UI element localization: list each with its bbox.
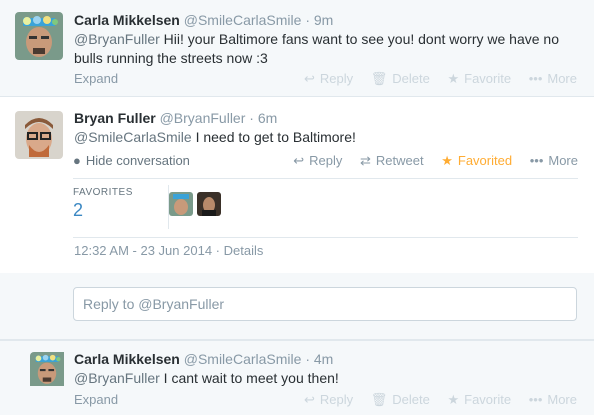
tweet-header: Bryan Fuller @BryanFuller · 6m [74, 110, 278, 126]
tweet-actions: ↩ Reply 🗑 Delete ★ Favorite ••• More [304, 71, 577, 87]
tweet-bryan-expanded: Bryan Fuller @BryanFuller · 6m @SmileCar… [0, 98, 594, 340]
tweet-text: @BryanFuller Hii! your Baltimore fans wa… [74, 31, 559, 66]
tweet-header: Carla Mikkelsen @SmileCarlaSmile · 9m [74, 12, 334, 28]
reply-icon: ↩ [303, 392, 315, 407]
author-name[interactable]: Bryan Fuller [74, 110, 156, 126]
tweet-stats: FAVORITES 2 [73, 178, 578, 238]
author-handle[interactable]: @SmileCarlaSmile [184, 351, 302, 367]
more-icon: ••• [528, 392, 543, 407]
favorites-count[interactable]: 2 [73, 200, 83, 221]
reply-button[interactable]: ↩ Reply [304, 71, 353, 87]
speech-bubble-icon: ● [73, 153, 81, 168]
tweet-actions: ↩ Reply ⇄ Retweet ★ Favorited ••• More [293, 153, 578, 169]
avatar[interactable] [15, 111, 63, 159]
expand-link[interactable]: Expand [74, 71, 118, 86]
more-icon: ••• [529, 153, 544, 168]
tweet-time[interactable]: 4m [314, 351, 333, 367]
author-handle[interactable]: @SmileCarlaSmile [184, 12, 302, 28]
favorite-button[interactable]: ★ Favorite [447, 392, 511, 408]
mention-link[interactable]: @BryanFuller [74, 31, 160, 47]
tweet-time[interactable]: 9m [314, 12, 333, 28]
star-icon: ★ [447, 392, 460, 407]
more-button[interactable]: ••• More [530, 153, 578, 168]
tweet-actions: ↩ Reply 🗑 Delete ★ Favorite ••• More [304, 392, 577, 408]
author-handle[interactable]: @BryanFuller [160, 110, 246, 126]
delete-icon: 🗑 [370, 392, 388, 407]
tweet-carla-1[interactable]: Carla Mikkelsen @SmileCarlaSmile · 9m @B… [0, 0, 594, 97]
star-icon: ★ [447, 71, 460, 86]
favoriter-avatar[interactable] [169, 192, 193, 216]
delete-icon: 🗑 [370, 71, 388, 86]
tweet-time[interactable]: 6m [258, 110, 277, 126]
author-name[interactable]: Carla Mikkelsen [74, 351, 180, 367]
more-button[interactable]: ••• More [529, 71, 577, 86]
reply-icon: ↩ [293, 153, 305, 168]
delete-button[interactable]: 🗑 Delete [371, 392, 430, 408]
tweet-carla-2[interactable]: Carla Mikkelsen @SmileCarlaSmile · 4m @B… [0, 340, 594, 415]
favorited-button[interactable]: ★ Favorited [441, 153, 512, 169]
reply-button[interactable]: ↩ Reply [304, 392, 353, 408]
details-link[interactable]: Details [224, 243, 264, 258]
avatar[interactable] [15, 12, 63, 60]
tweet-text: @SmileCarlaSmile I need to get to Baltim… [74, 129, 356, 145]
mention-link[interactable]: @BryanFuller [74, 370, 160, 386]
reply-area: Reply to @BryanFuller [0, 273, 594, 339]
more-button[interactable]: ••• More [529, 392, 577, 407]
delete-button[interactable]: 🗑 Delete [371, 71, 430, 87]
favorite-button[interactable]: ★ Favorite [447, 71, 511, 87]
favorites-label: FAVORITES [73, 187, 133, 198]
retweet-button[interactable]: ⇄ Retweet [360, 153, 424, 169]
avatar[interactable] [30, 352, 78, 400]
reply-button[interactable]: ↩ Reply [293, 153, 342, 169]
author-name[interactable]: Carla Mikkelsen [74, 12, 180, 28]
mention-link[interactable]: @SmileCarlaSmile [74, 129, 192, 145]
expand-link[interactable]: Expand [74, 392, 118, 407]
tweet-header: Carla Mikkelsen @SmileCarlaSmile · 4m [74, 351, 334, 367]
hide-conversation-link[interactable]: ● Hide conversation [73, 153, 190, 168]
tweet-text: @BryanFuller I cant wait to meet you the… [74, 370, 339, 386]
reply-icon: ↩ [303, 71, 315, 86]
star-icon: ★ [441, 153, 453, 168]
retweet-icon: ⇄ [360, 153, 371, 168]
tweet-timestamp: 12:32 AM - 23 Jun 2014 · Details [74, 243, 264, 258]
more-icon: ••• [528, 71, 543, 86]
reply-input[interactable]: Reply to @BryanFuller [73, 287, 577, 321]
favoriter-avatar[interactable] [197, 192, 221, 216]
